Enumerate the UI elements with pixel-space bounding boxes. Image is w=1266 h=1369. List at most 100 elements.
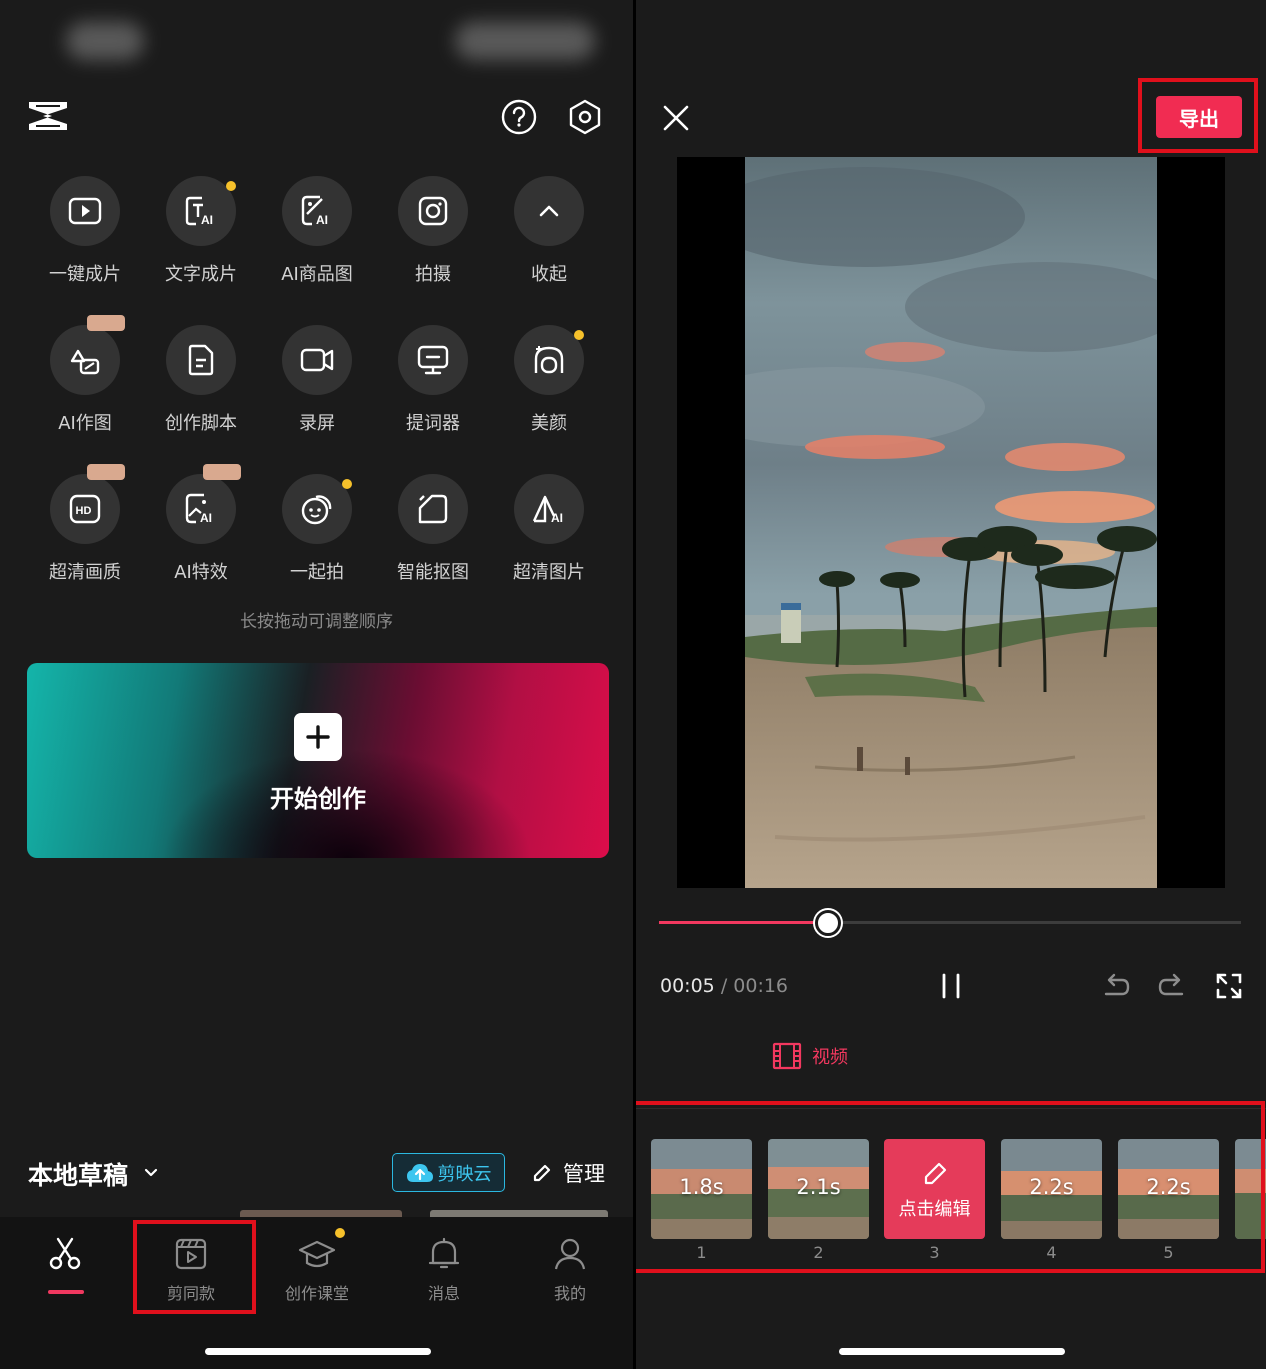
video-tab-label: 视频 xyxy=(812,1047,848,1068)
notice-dot xyxy=(335,1228,345,1238)
time-separator: / xyxy=(720,975,728,997)
tool-screen-record[interactable]: 录屏 xyxy=(259,325,375,455)
redo-icon[interactable] xyxy=(1156,970,1188,1002)
svg-text:AI: AI xyxy=(551,511,563,525)
svg-text:AI: AI xyxy=(201,213,213,227)
duet-icon xyxy=(301,495,332,525)
local-drafts-title[interactable]: 本地草稿 xyxy=(28,1156,128,1192)
text-ai-icon: AI xyxy=(185,196,213,227)
tool-label: 超清画质 xyxy=(49,562,121,583)
status-bar-indicators xyxy=(455,22,595,60)
profile-icon xyxy=(554,1238,586,1270)
ai-draw-icon xyxy=(70,349,100,375)
video-preview[interactable] xyxy=(677,157,1225,888)
new-tag-badge xyxy=(87,464,125,480)
tab-messages[interactable]: 消息 xyxy=(381,1217,507,1317)
close-icon[interactable] xyxy=(662,104,690,132)
tool-smart-cutout[interactable]: 智能抠图 xyxy=(375,474,491,604)
tool-label: 提词器 xyxy=(406,413,460,434)
cloud-label: 剪映云 xyxy=(437,1163,492,1185)
tool-hd-image[interactable]: AI 超清图片 xyxy=(491,474,607,604)
notice-dot xyxy=(574,330,584,340)
plus-icon xyxy=(294,713,342,761)
ai-effect-icon: AI xyxy=(185,493,212,525)
active-tab-indicator xyxy=(48,1290,84,1294)
tool-hd-quality[interactable]: HD 超清画质 xyxy=(27,464,143,604)
editor-screen: 导出 00:05 / 00:16 视频 1.8s 1 2.1s 2 点击编辑 3… xyxy=(636,0,1266,1369)
progress-fill xyxy=(659,921,828,924)
notice-dot xyxy=(226,181,236,191)
tool-ai-effect[interactable]: AI AI特效 xyxy=(143,464,259,604)
highlight-box-templates-tab xyxy=(133,1220,256,1314)
tool-one-click[interactable]: 一键成片 xyxy=(27,176,143,306)
reorder-hint: 长按拖动可调整顺序 xyxy=(240,612,393,632)
settings-hex-icon[interactable] xyxy=(566,98,604,136)
tool-camera[interactable]: 拍摄 xyxy=(375,176,491,306)
capcut-logo xyxy=(29,102,67,130)
tool-beauty[interactable]: 美颜 xyxy=(491,325,607,455)
beauty-icon xyxy=(534,346,564,374)
scissors-icon xyxy=(49,1237,81,1270)
video-track-tab[interactable]: 视频 xyxy=(772,1042,848,1070)
video-frame-image xyxy=(745,157,1157,888)
tool-label: 一起拍 xyxy=(290,562,344,583)
tool-duet[interactable]: 一起拍 xyxy=(259,474,375,604)
total-time: 00:16 xyxy=(733,975,789,997)
tool-text-to-video[interactable]: AI 文字成片 xyxy=(143,176,259,306)
cutout-icon xyxy=(418,494,448,524)
tab-profile[interactable]: 我的 xyxy=(507,1217,633,1317)
tool-script[interactable]: 创作脚本 xyxy=(143,325,259,455)
home-indicator xyxy=(205,1348,431,1355)
home-indicator xyxy=(839,1348,1065,1355)
tool-label: 智能抠图 xyxy=(397,562,469,583)
tool-teleprompter[interactable]: 提词器 xyxy=(375,325,491,455)
tool-label: 创作脚本 xyxy=(165,413,237,434)
svg-text:HD: HD xyxy=(76,505,92,517)
edit-pencil-icon xyxy=(533,1164,551,1182)
start-create-button[interactable]: 开始创作 xyxy=(27,663,609,858)
pause-icon[interactable] xyxy=(939,972,963,1000)
chevron-up-icon xyxy=(539,205,559,217)
home-screen: 一键成片 AI 文字成片 AI AI商品图 拍摄 收起 AI作图 创作脚本 录屏… xyxy=(0,0,633,1369)
tool-label: AI特效 xyxy=(174,562,228,583)
bottom-tab-bar: 剪同款 创作课堂 消息 我的 xyxy=(0,1217,633,1369)
manage-label: 管理 xyxy=(563,1162,605,1186)
tab-label: 我的 xyxy=(553,1284,586,1303)
highlight-box-clips xyxy=(636,1101,1265,1273)
camera-icon xyxy=(418,196,448,226)
tool-ai-product[interactable]: AI AI商品图 xyxy=(259,176,375,306)
notice-dot xyxy=(342,479,352,489)
chevron-down-icon[interactable] xyxy=(142,1163,160,1181)
play-square-icon xyxy=(68,197,102,225)
help-icon[interactable] xyxy=(500,98,538,136)
new-tag-badge xyxy=(203,464,241,480)
tool-label: 拍摄 xyxy=(415,264,451,285)
current-time: 00:05 xyxy=(660,975,715,997)
tool-collapse[interactable]: 收起 xyxy=(491,176,607,306)
manage-button[interactable]: 管理 xyxy=(531,1158,605,1188)
progress-track[interactable] xyxy=(659,921,1241,924)
start-create-label: 开始创作 xyxy=(270,785,366,813)
tab-creator-class[interactable]: 创作课堂 xyxy=(254,1217,380,1317)
tool-label: 录屏 xyxy=(299,413,335,434)
highlight-box-export xyxy=(1138,78,1258,153)
tab-label: 消息 xyxy=(427,1284,460,1303)
tool-label: 超清图片 xyxy=(513,562,585,583)
undo-icon[interactable] xyxy=(1100,970,1132,1002)
svg-text:AI: AI xyxy=(316,213,328,227)
ai-image-icon: AI xyxy=(532,495,563,525)
graduation-cap-icon xyxy=(298,1240,336,1268)
new-tag-badge xyxy=(87,315,125,331)
film-icon xyxy=(772,1042,802,1070)
cloud-button[interactable]: 剪映云 xyxy=(392,1153,505,1192)
tab-edit[interactable] xyxy=(2,1217,128,1317)
cloud-upload-icon xyxy=(406,1163,433,1182)
fullscreen-icon[interactable] xyxy=(1213,970,1245,1002)
tool-ai-draw[interactable]: AI作图 xyxy=(27,315,143,455)
hd-icon: HD xyxy=(69,494,101,524)
tool-label: 收起 xyxy=(531,264,567,285)
bell-icon xyxy=(428,1237,460,1269)
tab-label: 创作课堂 xyxy=(284,1284,349,1303)
progress-handle[interactable] xyxy=(814,910,841,936)
svg-text:AI: AI xyxy=(200,511,212,525)
